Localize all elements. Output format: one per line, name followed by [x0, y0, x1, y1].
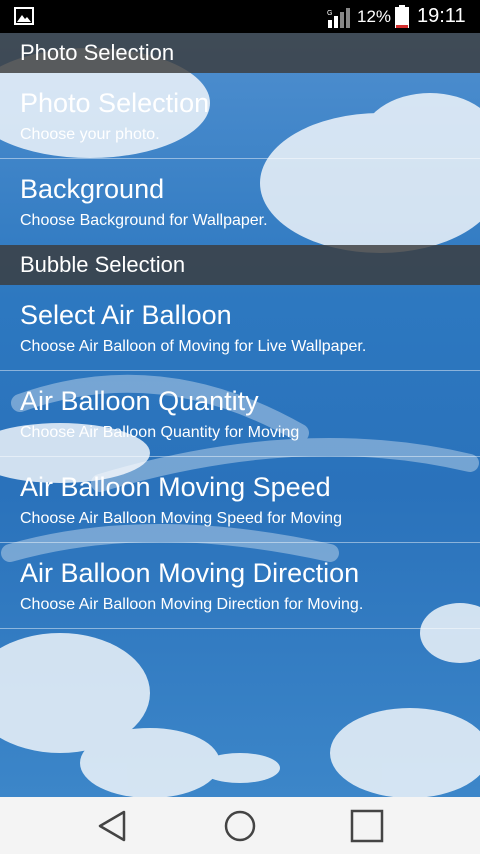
battery-percent: 12%	[357, 7, 392, 26]
navigation-bar	[0, 797, 480, 854]
pref-title: Air Balloon Moving Speed	[20, 472, 331, 502]
home-icon[interactable]	[220, 807, 260, 845]
pref-summary: Choose Air Balloon of Moving for Live Wa…	[20, 338, 367, 355]
pref-summary: Choose your photo.	[20, 126, 160, 143]
gallery-icon	[14, 7, 34, 25]
pref-title: Photo Selection	[20, 88, 210, 118]
pref-title: Select Air Balloon	[20, 300, 232, 330]
pref-title: Background	[20, 174, 165, 204]
settings-content: Photo Selection Photo Selection Choose y…	[0, 33, 480, 797]
battery-icon	[395, 5, 409, 28]
pref-summary: Choose Background for Wallpaper.	[20, 212, 268, 229]
svg-text:G: G	[327, 10, 332, 17]
pref-select-air-balloon[interactable]: Select Air Balloon Choose Air Balloon of…	[0, 285, 480, 371]
back-icon[interactable]	[94, 807, 134, 845]
pref-air-balloon-quantity[interactable]: Air Balloon Quantity Choose Air Balloon …	[0, 371, 480, 457]
pref-summary: Choose Air Balloon Moving Speed for Movi…	[20, 510, 342, 527]
status-bar: G 12% 19:11	[0, 0, 480, 33]
pref-background[interactable]: Background Choose Background for Wallpap…	[0, 159, 480, 245]
pref-air-balloon-moving-speed[interactable]: Air Balloon Moving Speed Choose Air Ball…	[0, 457, 480, 543]
pref-summary: Choose Air Balloon Quantity for Moving	[20, 424, 300, 441]
pref-title: Air Balloon Quantity	[20, 386, 259, 416]
section-header-bubble: Bubble Selection	[0, 245, 480, 285]
pref-title: Air Balloon Moving Direction	[20, 558, 360, 588]
pref-photo-selection[interactable]: Photo Selection Choose your photo.	[0, 73, 480, 159]
clock: 19:11	[417, 5, 466, 27]
pref-summary: Choose Air Balloon Moving Direction for …	[20, 596, 364, 613]
pref-air-balloon-moving-direction[interactable]: Air Balloon Moving Direction Choose Air …	[0, 543, 480, 629]
section-header-photo: Photo Selection	[0, 33, 480, 73]
signal-icon: G	[327, 8, 350, 28]
recents-icon[interactable]	[347, 807, 387, 845]
